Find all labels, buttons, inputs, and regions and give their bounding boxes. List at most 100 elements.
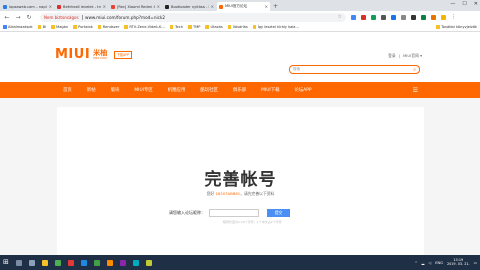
close-tab-icon[interactable]: ×	[211, 4, 214, 9]
app-icon[interactable]	[132, 259, 139, 266]
extension-icon[interactable]	[391, 14, 396, 20]
tab-title: Bootloader nyitása - Hello…	[171, 4, 209, 9]
folder-icon	[252, 25, 257, 29]
browser-tab[interactable]: [Rec] Xiaomi Redmi 4X - Mi…×	[109, 2, 162, 11]
nickname-form: 请您输入论坛昵称： 提交	[169, 209, 290, 217]
bookmark-label: Portalok	[78, 25, 93, 29]
url-text[interactable]: www.miui.com/forum.php?mod=nick2	[85, 15, 165, 20]
miui-logo[interactable]: MIUI 米柚 MIUI.COM 下载APP	[55, 47, 132, 62]
browser-tab[interactable]: MIUI官方论坛 ×	[217, 2, 270, 11]
reload-button[interactable]: ↻	[26, 14, 32, 21]
search-input[interactable]: 搜索	[293, 67, 300, 72]
menu-dots-icon[interactable]: ⋮	[451, 14, 456, 20]
browser-tab[interactable]: Beérkező levelek - trvm@…×	[55, 2, 108, 11]
close-window-button[interactable]: ✕	[474, 1, 478, 7]
nav-item[interactable]: MIUI下载	[261, 87, 279, 93]
tab-favicon-icon	[111, 4, 115, 9]
bookmark-item[interactable]: Rendszer	[97, 25, 119, 29]
app-icon[interactable]	[145, 259, 152, 266]
extension-icon[interactable]	[411, 14, 416, 20]
app-icon[interactable]	[67, 259, 74, 266]
bookmark-item[interactable]: Tech	[169, 25, 183, 29]
search-icon[interactable]: ⌕	[413, 67, 416, 73]
address-bar[interactable]: Nem biztonságos www.miui.com/forum.php?m…	[40, 12, 346, 22]
chrome-icon[interactable]	[54, 259, 61, 266]
nav-item[interactable]: 论坛APP	[294, 87, 311, 93]
extension-icon[interactable]	[361, 14, 366, 20]
app-icon[interactable]	[106, 259, 113, 266]
start-button[interactable]: ⊞	[3, 259, 9, 266]
minimize-button[interactable]: —	[450, 1, 455, 7]
folder-icon	[436, 25, 440, 29]
extensions-area: ⋮	[351, 14, 456, 20]
back-button[interactable]: ←	[4, 14, 10, 21]
bookmark-item[interactable]: Alkalmazások	[3, 25, 33, 29]
bookmark-item[interactable]: TMP	[188, 25, 200, 29]
nav-item[interactable]: 首页	[63, 87, 72, 93]
download-app-link[interactable]: 下载APP	[114, 50, 132, 59]
extension-icon[interactable]	[381, 14, 386, 20]
bookmark-star-icon[interactable]: ☆	[338, 14, 342, 20]
profile-avatar[interactable]	[441, 14, 446, 20]
network-icon[interactable]: ▂	[422, 261, 425, 265]
folder-icon	[73, 25, 77, 29]
close-tab-icon[interactable]: ×	[265, 4, 268, 9]
page-title: 完善帐号	[204, 170, 277, 190]
logo-sub: MIUI.COM	[93, 55, 107, 60]
file-explorer-icon[interactable]	[41, 259, 48, 266]
close-tab-icon[interactable]: ×	[157, 4, 160, 9]
submit-button[interactable]: 提交	[267, 209, 290, 217]
user-id: 16307ABB81	[215, 191, 241, 196]
extension-icon[interactable]	[351, 14, 356, 20]
site-search[interactable]: 搜索 ⌕	[289, 65, 420, 74]
nav-item[interactable]: MIUI专区	[134, 87, 152, 93]
nickname-hint: 昵称长度为2-16个字符，1个中文占2个字符	[223, 220, 282, 224]
extension-icon[interactable]	[421, 14, 426, 20]
not-secure-indicator[interactable]: Nem biztonságos	[44, 15, 79, 20]
close-tab-icon[interactable]: ×	[49, 4, 52, 9]
new-tab-button[interactable]: +	[273, 3, 278, 10]
volume-icon[interactable]: ◁	[428, 261, 431, 265]
forward-button[interactable]: →	[15, 14, 21, 21]
menu-icon[interactable]: ☰	[413, 87, 418, 94]
bookmark-item[interactable]: Portalok	[73, 25, 93, 29]
bookmark-label: Bi	[42, 25, 47, 29]
app-icon[interactable]	[80, 259, 87, 266]
nav-item[interactable]: 俱乐部	[233, 87, 246, 93]
bookmark-item[interactable]: RTV-Zene-Videó-K…	[124, 25, 165, 29]
login-link[interactable]: 登录	[388, 53, 396, 59]
nav-item[interactable]: 版块	[111, 87, 120, 93]
extension-icon[interactable]	[401, 14, 406, 20]
bookmark-item[interactable]: Utazás	[205, 25, 223, 29]
browser-tab[interactable]: lopsaweb.com – napilar…×	[1, 2, 54, 11]
language-indicator[interactable]: ENG	[435, 261, 443, 265]
tray-chevron-icon[interactable]: ^	[415, 261, 418, 265]
task-view-icon[interactable]	[28, 259, 35, 266]
extension-icon[interactable]	[431, 14, 436, 20]
main-nav: 首页 新帖 版块 MIUI专区 机圈应用 酷玩社区 俱乐部 MIUI下载 论坛APP ☰	[0, 82, 480, 98]
bookmark-other[interactable]: További könyvjelzők	[436, 25, 477, 29]
page-viewport: MIUI 米柚 MIUI.COM 下载APP 登录 | MIUI官网 ▾ 搜索 …	[0, 32, 480, 255]
maximize-button[interactable]: ☐	[462, 1, 466, 7]
folder-icon	[227, 25, 232, 29]
clock[interactable]: 13:19 2019. 03. 21.	[446, 258, 470, 267]
notifications-icon[interactable]: ▭	[474, 261, 477, 265]
clock-date: 2019. 03. 21.	[446, 261, 470, 266]
bookmark-item[interactable]: Így lesztel király kala…	[252, 25, 299, 29]
close-tab-icon[interactable]: ×	[103, 4, 106, 9]
miui-site-link[interactable]: MIUI官网 ▾	[403, 53, 422, 59]
bookmark-item[interactable]: Bi	[37, 25, 47, 29]
tab-title: [Rec] Xiaomi Redmi 4X - Mi…	[117, 4, 155, 9]
app-icon[interactable]	[93, 259, 100, 266]
bookmark-item[interactable]: Vásárlás	[227, 25, 248, 29]
app-icon[interactable]	[119, 259, 126, 266]
search-icon[interactable]	[15, 259, 22, 266]
nav-item[interactable]: 酷玩社区	[200, 87, 218, 93]
browser-tab[interactable]: Bootloader nyitása - Hello…×	[163, 2, 216, 11]
nav-item[interactable]: 机圈应用	[168, 87, 186, 93]
tab-title: Beérkező levelek - trvm@…	[63, 4, 101, 9]
nav-item[interactable]: 新帖	[87, 87, 96, 93]
extension-icon[interactable]	[371, 14, 376, 20]
nickname-input[interactable]	[209, 209, 259, 217]
bookmark-item[interactable]: Magán	[51, 25, 68, 29]
